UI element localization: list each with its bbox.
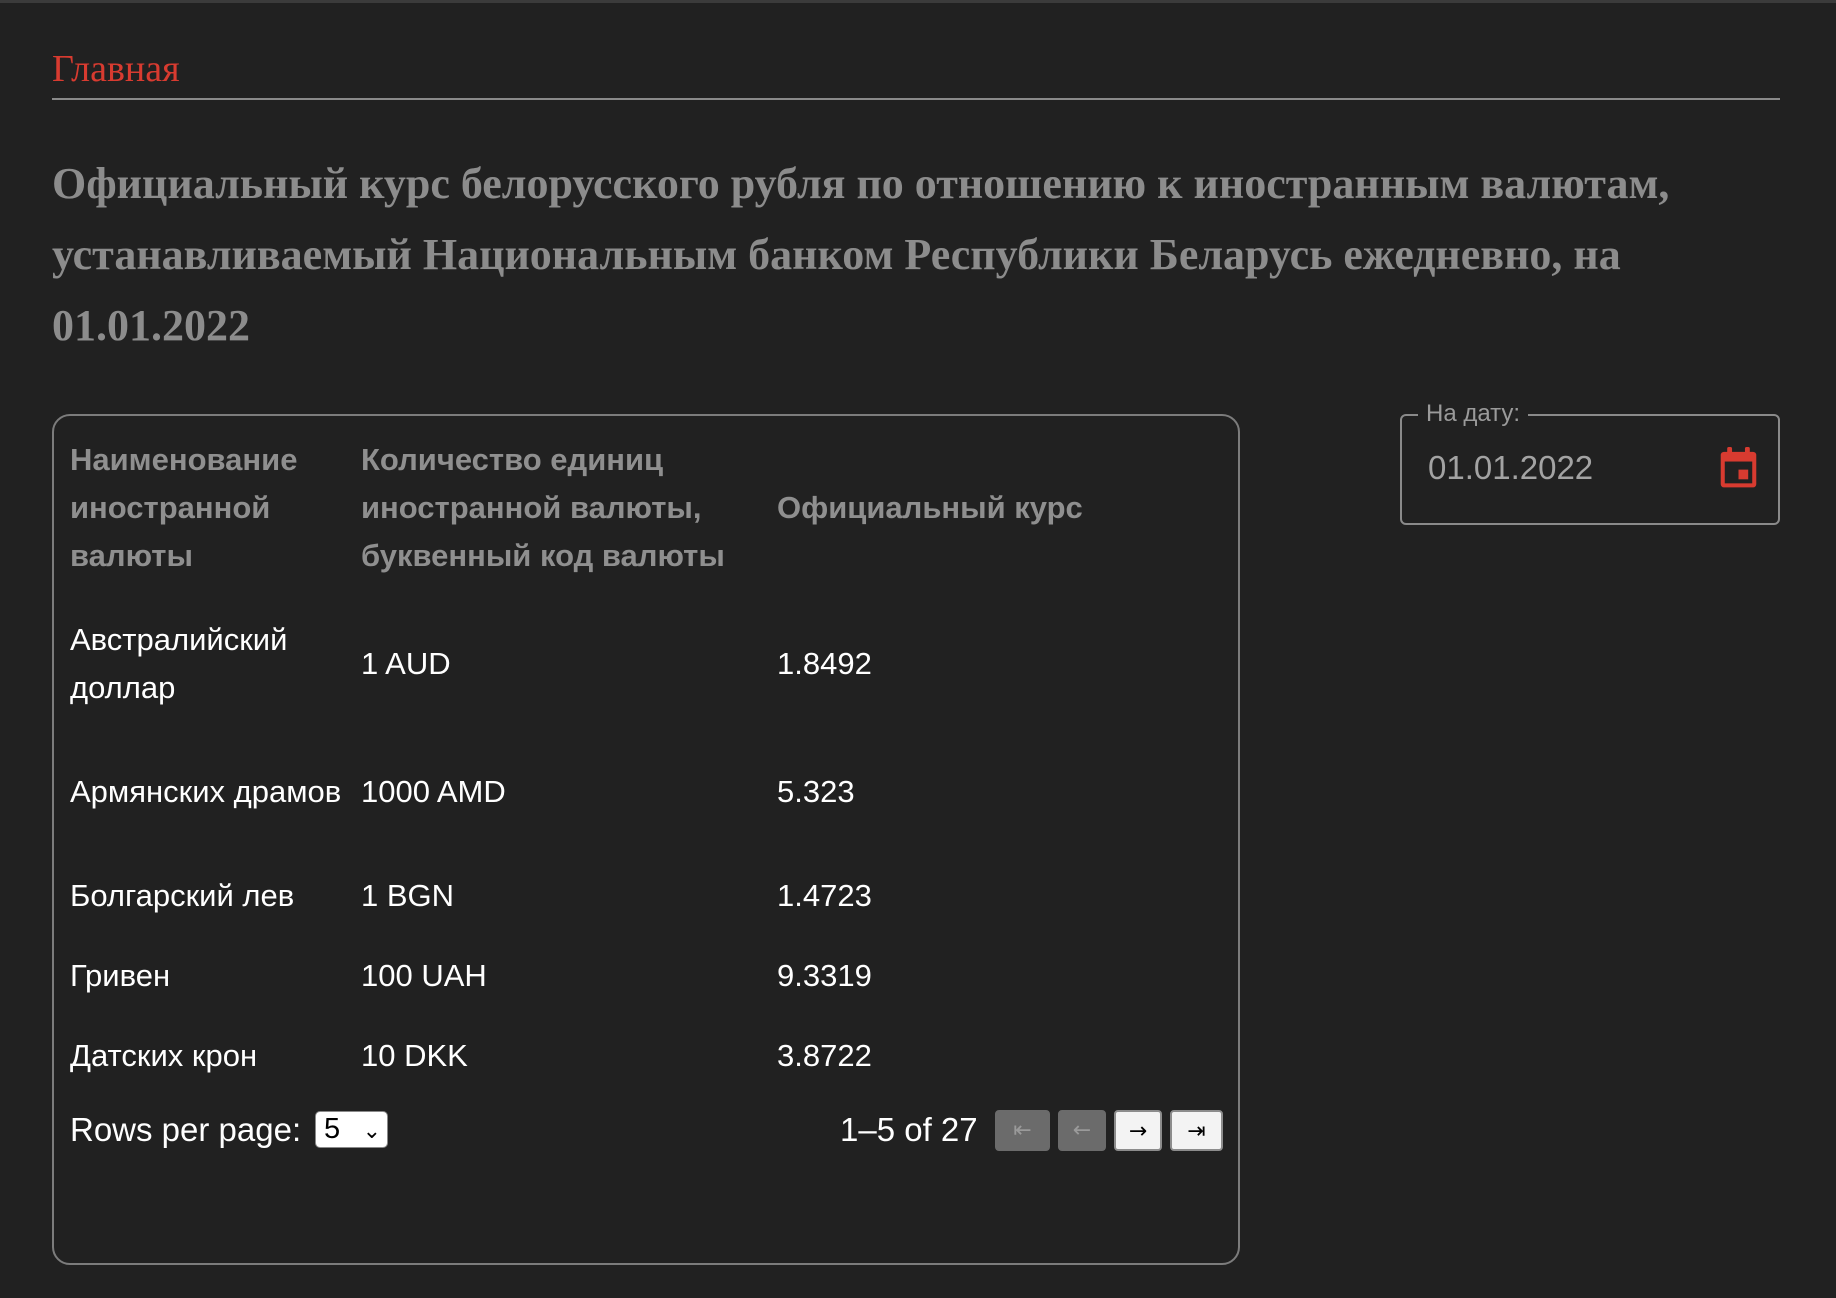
calendar-icon[interactable] (1719, 447, 1758, 489)
previous-page-button[interactable]: ← (1058, 1110, 1106, 1151)
page-title: Официальный курс белорусского рубля по о… (52, 159, 1670, 350)
currency-name-cell: Болгарский лев (70, 878, 295, 913)
table-row: Австралийский доллар 1 AUD 1.8492 (54, 600, 1238, 728)
currency-name-cell: Гривен (70, 958, 171, 993)
currency-name-cell: Австралийский доллар (70, 622, 288, 705)
rate-cell: 1.4723 (777, 878, 872, 913)
units-code-cell: 1 BGN (361, 878, 455, 913)
table-row: Армянских драмов 1000 AMD 5.323 (54, 728, 1238, 856)
currency-name-cell: Датских крон (70, 1038, 258, 1073)
chevron-down-icon: ⌄ (362, 1118, 381, 1143)
units-code-cell: 1000 AMD (361, 774, 506, 809)
date-picker-field[interactable]: На дату: 01.01.2022 (1400, 400, 1780, 525)
pagination-range: 1–5 of 27 (840, 1111, 978, 1148)
rates-table: Наименование иностранной валюты Количест… (54, 416, 1238, 1096)
header-official-rate[interactable]: Официальный курс (761, 416, 1238, 600)
first-page-button[interactable]: ⇤ (995, 1110, 1050, 1151)
top-nav: Главная (52, 43, 1780, 100)
rate-cell: 9.3319 (777, 958, 872, 993)
rate-cell: 1.8492 (777, 646, 872, 681)
rate-cell: 5.323 (777, 774, 855, 809)
table-row: Гривен 100 UAH 9.3319 (54, 936, 1238, 1016)
units-code-cell: 10 DKK (361, 1038, 468, 1073)
table-row: Датских крон 10 DKK 3.8722 (54, 1016, 1238, 1096)
header-currency-name[interactable]: Наименование иностранной валюты (54, 416, 345, 600)
currency-name-cell: Армянских драмов (70, 774, 342, 809)
table-pagination: Rows per page: 5 ⌄ 1–5 of 27 ⇤ ← → ⇥ (54, 1096, 1238, 1166)
last-page-button[interactable]: ⇥ (1170, 1110, 1223, 1151)
first-page-icon: ⇤ (1013, 1118, 1032, 1143)
next-page-button[interactable]: → (1114, 1110, 1162, 1151)
rate-cell: 3.8722 (777, 1038, 872, 1073)
home-link[interactable]: Главная (52, 47, 180, 91)
table-header-row: Наименование иностранной валюты Количест… (54, 416, 1238, 600)
date-picker-value[interactable]: 01.01.2022 (1428, 448, 1593, 488)
next-page-icon: → (1128, 1119, 1148, 1144)
date-picker-label: На дату: (1418, 400, 1529, 428)
rows-per-page-select[interactable]: 5 ⌄ (315, 1111, 388, 1148)
units-code-cell: 100 UAH (361, 958, 487, 993)
previous-page-icon: ← (1072, 1118, 1092, 1143)
rates-table-card: Наименование иностранной валюты Количест… (52, 414, 1240, 1265)
last-page-icon: ⇥ (1187, 1119, 1206, 1144)
header-units-code[interactable]: Количество единиц иностранной валюты, бу… (345, 416, 761, 600)
table-row: Болгарский лев 1 BGN 1.4723 (54, 856, 1238, 936)
units-code-cell: 1 AUD (361, 646, 451, 681)
rows-per-page-label: Rows per page: (70, 1111, 302, 1148)
rows-per-page-value: 5 (324, 1113, 341, 1145)
